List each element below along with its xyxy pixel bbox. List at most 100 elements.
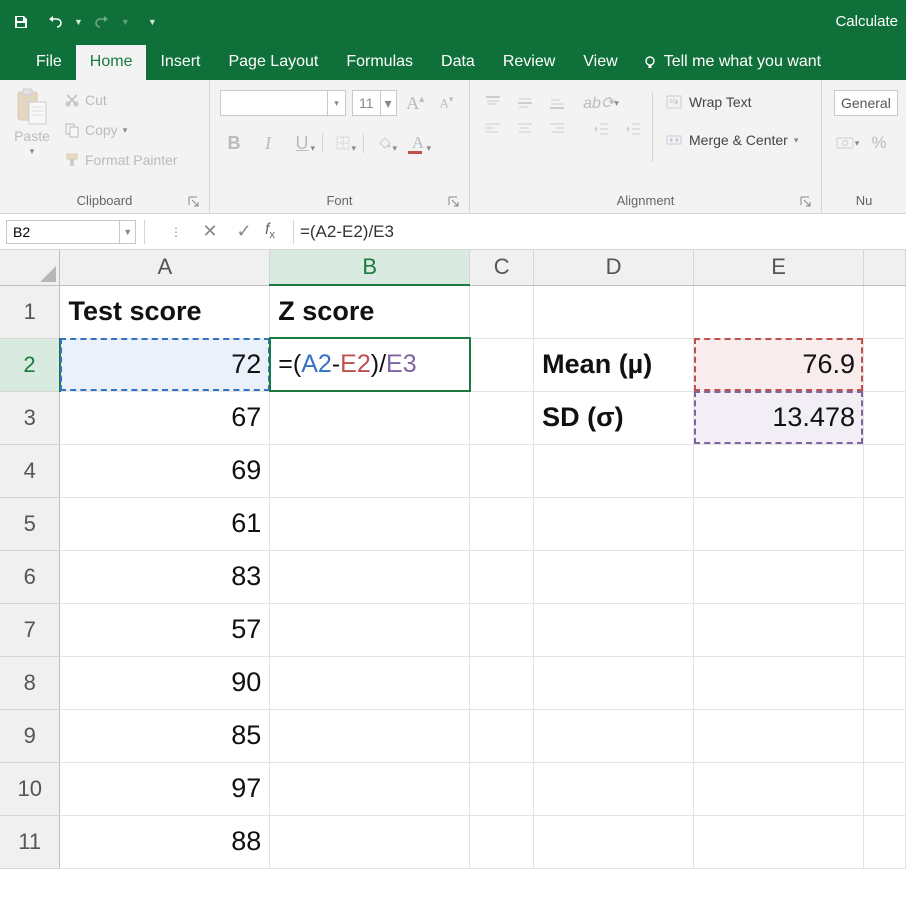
cell-E4[interactable]: [694, 444, 864, 497]
number-format-combo[interactable]: General: [834, 90, 898, 116]
wrap-text-button[interactable]: ab Wrap Text: [665, 88, 798, 116]
cell-D6[interactable]: [534, 550, 694, 603]
col-header-A[interactable]: A: [60, 250, 270, 285]
cell-D3[interactable]: SD (σ): [534, 391, 694, 444]
align-top-button[interactable]: [480, 90, 506, 116]
row-header-7[interactable]: 7: [0, 603, 60, 656]
cell-F1[interactable]: [863, 285, 905, 338]
cell-D11[interactable]: [534, 815, 694, 868]
cell-D10[interactable]: [534, 762, 694, 815]
cell-B6[interactable]: [270, 550, 470, 603]
font-size-combo[interactable]: 11▾: [352, 90, 397, 116]
cell-A7[interactable]: 57: [60, 603, 270, 656]
tab-page-layout[interactable]: Page Layout: [214, 45, 332, 80]
cell-B5[interactable]: [270, 497, 470, 550]
undo-dropdown[interactable]: ▼: [74, 17, 83, 27]
align-left-button[interactable]: [480, 116, 506, 142]
col-header-C[interactable]: C: [470, 250, 534, 285]
cell-C2[interactable]: [470, 338, 534, 391]
format-painter-button[interactable]: Format Painter: [60, 146, 182, 174]
cell-D4[interactable]: [534, 444, 694, 497]
bold-button[interactable]: B: [220, 130, 248, 156]
col-header-B[interactable]: B: [270, 250, 470, 285]
tell-me[interactable]: Tell me what you want: [632, 45, 827, 80]
decrease-indent-button[interactable]: [588, 116, 614, 142]
tab-data[interactable]: Data: [427, 45, 489, 80]
formula-bar[interactable]: =(A2-E2)/E3: [294, 220, 906, 244]
row-header-1[interactable]: 1: [0, 285, 60, 338]
dialog-launcher[interactable]: [799, 195, 813, 209]
align-center-button[interactable]: [512, 116, 538, 142]
cell-B3[interactable]: [270, 391, 470, 444]
dialog-launcher[interactable]: [187, 195, 201, 209]
fx-button[interactable]: fx: [261, 221, 283, 241]
cell-E1[interactable]: [694, 285, 864, 338]
increase-indent-button[interactable]: [620, 116, 646, 142]
cell-A9[interactable]: 85: [60, 709, 270, 762]
tab-home[interactable]: Home: [76, 45, 147, 80]
cell-E8[interactable]: [694, 656, 864, 709]
row-header-6[interactable]: 6: [0, 550, 60, 603]
cut-button[interactable]: Cut: [60, 86, 182, 114]
dialog-launcher[interactable]: [447, 195, 461, 209]
cell-B11[interactable]: [270, 815, 470, 868]
cell-C7[interactable]: [470, 603, 534, 656]
cell-B2[interactable]: =(A2-E2)/E3: [270, 338, 470, 391]
cell-B10[interactable]: [270, 762, 470, 815]
tab-file[interactable]: File: [22, 45, 76, 80]
cell-C6[interactable]: [470, 550, 534, 603]
accounting-format-button[interactable]: ▾: [834, 130, 860, 156]
cell-B8[interactable]: [270, 656, 470, 709]
cell-D1[interactable]: [534, 285, 694, 338]
cell-F8[interactable]: [863, 656, 905, 709]
copy-button[interactable]: Copy ▾: [60, 116, 182, 144]
cell-E6[interactable]: [694, 550, 864, 603]
cell-C11[interactable]: [470, 815, 534, 868]
cell-F6[interactable]: [863, 550, 905, 603]
row-header-11[interactable]: 11: [0, 815, 60, 868]
col-header-F[interactable]: [863, 250, 905, 285]
cell-C1[interactable]: [470, 285, 534, 338]
cell-E3[interactable]: 13.478: [694, 391, 864, 444]
grow-font-button[interactable]: A▴: [403, 90, 428, 116]
redo-dropdown[interactable]: ▼: [121, 17, 130, 27]
cell-F3[interactable]: [863, 391, 905, 444]
cell-F5[interactable]: [863, 497, 905, 550]
spreadsheet-grid[interactable]: A B C D E 1 Test score Z score 2 72 =(A2…: [0, 250, 906, 869]
cell-E7[interactable]: [694, 603, 864, 656]
cell-A3[interactable]: 67: [60, 391, 270, 444]
cell-D2[interactable]: Mean (µ): [534, 338, 694, 391]
cell-C10[interactable]: [470, 762, 534, 815]
align-middle-button[interactable]: [512, 90, 538, 116]
font-name-combo[interactable]: ▾: [220, 90, 346, 116]
cell-B9[interactable]: [270, 709, 470, 762]
dots-button[interactable]: ⋮: [159, 219, 193, 245]
cell-F11[interactable]: [863, 815, 905, 868]
cell-A2[interactable]: 72: [60, 338, 270, 391]
cell-E11[interactable]: [694, 815, 864, 868]
cell-A1[interactable]: Test score: [60, 285, 270, 338]
row-header-3[interactable]: 3: [0, 391, 60, 444]
cell-E5[interactable]: [694, 497, 864, 550]
orientation-button[interactable]: ab⟳▾: [588, 90, 614, 116]
cell-F4[interactable]: [863, 444, 905, 497]
cancel-formula-button[interactable]: ✕: [193, 219, 227, 245]
row-header-4[interactable]: 4: [0, 444, 60, 497]
cell-B4[interactable]: [270, 444, 470, 497]
row-header-5[interactable]: 5: [0, 497, 60, 550]
cell-C8[interactable]: [470, 656, 534, 709]
percent-button[interactable]: %: [866, 130, 892, 156]
borders-button[interactable]: ▾: [329, 130, 357, 156]
redo-button[interactable]: [87, 8, 117, 36]
select-all-corner[interactable]: [0, 250, 60, 285]
col-header-D[interactable]: D: [534, 250, 694, 285]
cell-A4[interactable]: 69: [60, 444, 270, 497]
tab-formulas[interactable]: Formulas: [332, 45, 427, 80]
cell-E9[interactable]: [694, 709, 864, 762]
name-box-dropdown[interactable]: ▼: [119, 221, 135, 243]
name-box-input[interactable]: [7, 224, 119, 240]
name-box[interactable]: ▼: [6, 220, 136, 244]
cell-F7[interactable]: [863, 603, 905, 656]
italic-button[interactable]: I: [254, 130, 282, 156]
cell-A10[interactable]: 97: [60, 762, 270, 815]
